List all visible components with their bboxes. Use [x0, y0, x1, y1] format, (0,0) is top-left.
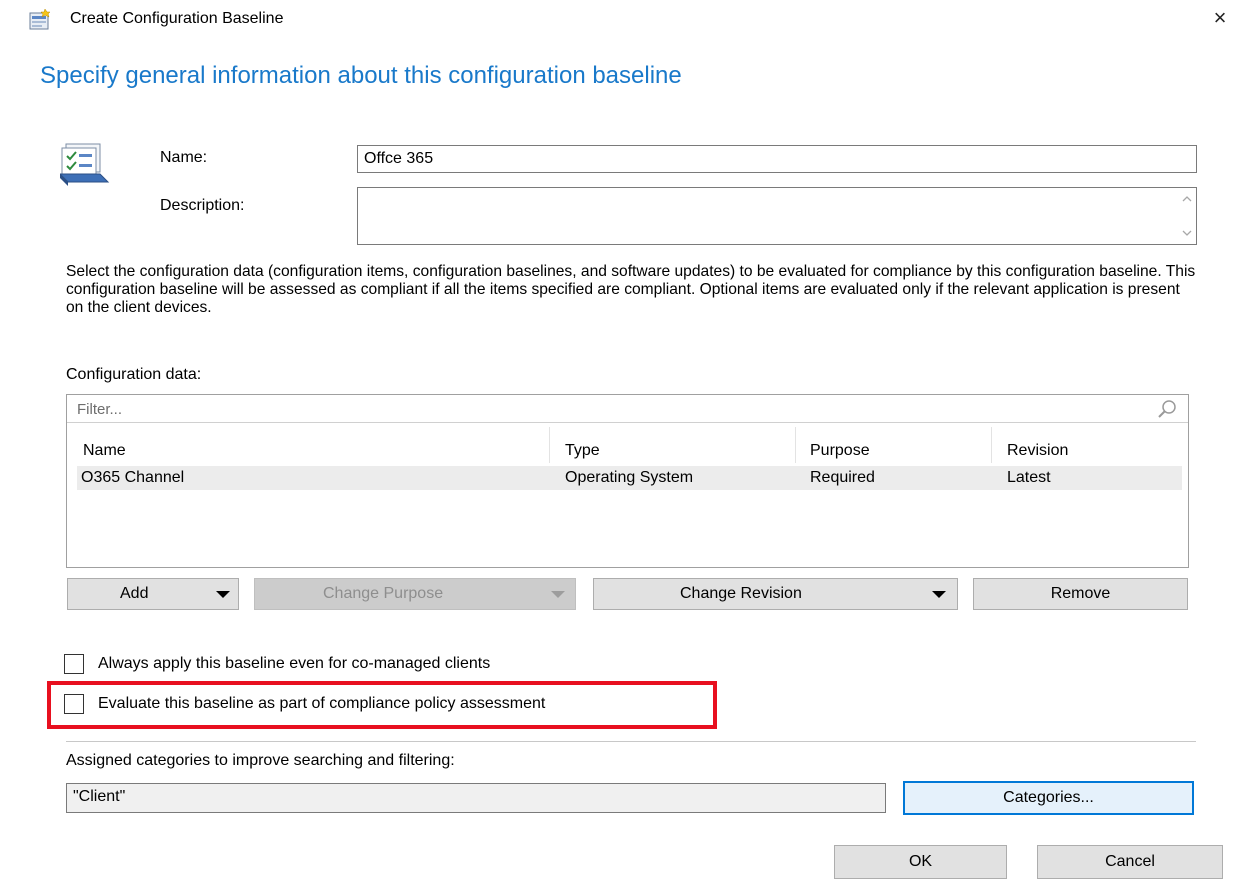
add-button[interactable]: Add	[67, 578, 239, 610]
change-revision-button[interactable]: Change Revision	[593, 578, 958, 610]
page-heading: Specify general information about this c…	[40, 62, 682, 89]
column-divider[interactable]	[549, 427, 550, 463]
categories-label: Assigned categories to improve searching…	[66, 752, 455, 769]
description-input[interactable]	[357, 187, 1197, 245]
column-header-purpose[interactable]: Purpose	[810, 442, 870, 460]
row-purpose-cell: Required	[810, 469, 875, 486]
filter-placeholder: Filter...	[77, 401, 123, 418]
description-label: Description:	[160, 197, 245, 214]
configuration-data-grid: Filter... Name Type Purpose Revision O36…	[66, 394, 1189, 568]
row-revision-cell: Latest	[1007, 469, 1051, 486]
search-icon[interactable]	[1156, 398, 1178, 420]
scroll-down-icon	[1182, 230, 1192, 236]
close-button[interactable]: ×	[1206, 4, 1234, 32]
filter-input[interactable]: Filter...	[67, 395, 1188, 423]
scroll-up-icon	[1182, 196, 1192, 202]
ok-button[interactable]: OK	[834, 845, 1007, 879]
always-apply-checkbox[interactable]	[64, 654, 84, 674]
categories-field: "Client"	[66, 783, 886, 813]
change-purpose-label: Change Purpose	[323, 585, 444, 602]
column-divider[interactable]	[991, 427, 992, 463]
remove-button[interactable]: Remove	[973, 578, 1188, 610]
baseline-document-icon	[58, 140, 118, 188]
configuration-baseline-icon	[28, 8, 52, 32]
section-divider	[66, 741, 1196, 742]
configuration-data-label: Configuration data:	[66, 366, 202, 383]
window-title: Create Configuration Baseline	[70, 10, 284, 27]
always-apply-label[interactable]: Always apply this baseline even for co-m…	[98, 655, 490, 673]
row-type-cell: Operating System	[565, 469, 694, 486]
name-label: Name:	[160, 149, 208, 166]
chevron-down-icon	[216, 591, 230, 598]
categories-button[interactable]: Categories...	[903, 781, 1194, 815]
evaluate-compliance-checkbox[interactable]	[64, 694, 84, 714]
chevron-down-icon	[551, 591, 565, 598]
column-header-type[interactable]: Type	[565, 442, 600, 460]
description-scrollbar[interactable]	[1178, 188, 1196, 244]
column-divider[interactable]	[795, 427, 796, 463]
change-purpose-button: Change Purpose	[254, 578, 576, 610]
instructions-text: Select the configuration data (configura…	[66, 263, 1196, 316]
column-header-revision[interactable]: Revision	[1007, 442, 1068, 460]
cancel-button[interactable]: Cancel	[1037, 845, 1223, 879]
row-name-cell: O365 Channel	[81, 469, 185, 486]
name-input[interactable]: Offce 365	[357, 145, 1197, 173]
evaluate-compliance-label[interactable]: Evaluate this baseline as part of compli…	[98, 695, 545, 713]
change-revision-label: Change Revision	[680, 585, 802, 602]
chevron-down-icon	[932, 591, 946, 598]
column-header-name[interactable]: Name	[83, 442, 126, 460]
add-button-label: Add	[120, 585, 149, 602]
